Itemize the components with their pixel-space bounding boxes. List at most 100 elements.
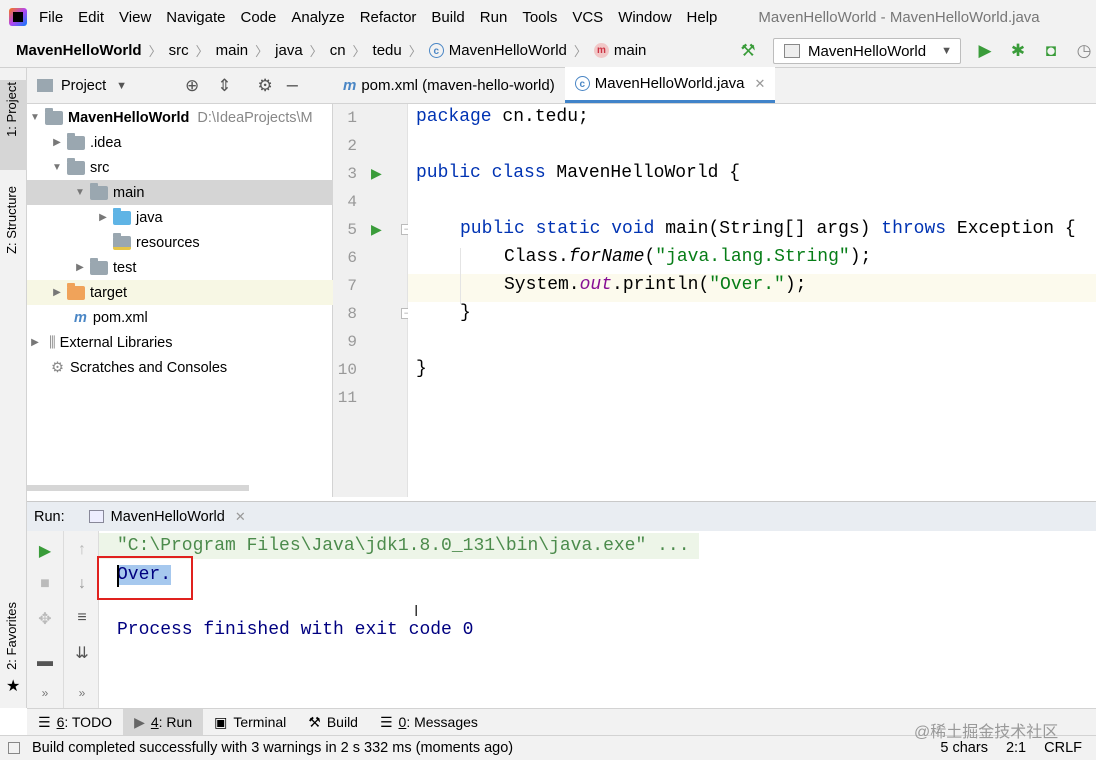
breadcrumb-item[interactable]: src 〉 [169,41,216,60]
run-tab-label[interactable]: MavenHelloWorld [111,509,225,525]
minimize-icon[interactable]: – [287,74,298,97]
tool-tab-terminal[interactable]: ▣ Terminal [203,709,297,736]
code-text: Exception { [946,219,1076,239]
tool-tab-build[interactable]: ⚒ Build [297,709,369,736]
line-number: 10 [337,361,357,379]
chevron-down-icon[interactable]: ▼ [116,80,127,92]
breadcrumb-item[interactable]: MavenHelloWorld 〉 [16,41,169,60]
tree-row-external-libraries[interactable]: ▶ ⫼ External Libraries [27,330,333,355]
breadcrumb-item[interactable]: cn 〉 [330,41,373,60]
menu-code[interactable]: Code [240,9,276,26]
scroll-to-end-icon[interactable]: ⇊ [70,643,94,663]
soft-wrap-icon[interactable]: ≡ [70,609,94,627]
coverage-icon[interactable]: ◘ [1041,40,1061,62]
tab-mavenhelloworld-java[interactable]: c MavenHelloWorld.java ✕ [564,67,776,103]
chevron-down-icon: ▼ [941,45,952,57]
menu-refactor[interactable]: Refactor [360,9,417,26]
tool-tab-favorites[interactable]: 2: Favorites [4,602,19,670]
stop-icon[interactable]: ■ [33,575,57,593]
code-editor[interactable]: package cn.tedu; public class MavenHello… [408,104,1096,497]
breadcrumb-item[interactable]: main 〉 [216,41,276,60]
breadcrumb-item[interactable]: m main [593,42,647,59]
tab-label: : Run [158,714,193,730]
tree-row-idea[interactable]: ▶ .idea [27,130,333,155]
layout-icon[interactable]: ▬ [33,653,57,671]
tree-row-target[interactable]: ▶ target [27,280,333,305]
folder-icon [67,132,85,150]
menu-window[interactable]: Window [618,9,671,26]
run-gutter-icon[interactable]: ▶ [371,165,382,182]
menu-help[interactable]: Help [687,9,718,26]
tree-row-resources[interactable]: resources [27,230,333,255]
breadcrumb-item[interactable]: tedu 〉 [373,41,429,60]
locate-icon[interactable]: ⊕ [185,76,199,96]
line-number: 1 [347,109,357,127]
up-arrow-icon[interactable]: ↑ [70,541,94,559]
indent-guide [460,248,461,304]
folder-icon [67,157,85,175]
status-toggle-icon[interactable] [8,742,20,754]
rerun-icon[interactable]: ▶ [33,541,57,561]
menu-run[interactable]: Run [480,9,508,26]
build-hammer-icon[interactable]: ⚒ [738,40,758,62]
profile-icon[interactable]: ◷ [1074,40,1094,62]
tree-row-pom[interactable]: m pom.xml [27,305,333,330]
tool-tab-messages[interactable]: ☰ 0: Messages [369,709,489,736]
run-toolbar-secondary: ↑ ↓ ≡ ⇊ » [64,531,99,708]
menu-view[interactable]: View [119,9,151,26]
tree-label: pom.xml [92,309,148,326]
menu-vcs[interactable]: VCS [572,9,603,26]
down-arrow-icon[interactable]: ↓ [70,575,94,593]
tab-pom[interactable]: m pom.xml (maven-hello-world) [333,67,565,103]
menu-file[interactable]: File [39,9,63,26]
debug-icon[interactable]: ✱ [1008,40,1028,62]
more-icon[interactable]: » [33,686,57,700]
menu-navigate[interactable]: Navigate [166,9,225,26]
breadcrumb-item[interactable]: java 〉 [275,41,330,60]
menu-edit[interactable]: Edit [78,9,104,26]
gear-icon[interactable]: ⚙ [258,76,273,96]
tool-tab-run[interactable]: ▶ 4: Run [123,708,204,736]
tree-row-java[interactable]: ▶ java [27,205,333,230]
status-line-ending[interactable]: CRLF [1044,740,1082,756]
source-folder-icon [113,207,131,225]
tree-row-src[interactable]: ▼ src [27,155,333,180]
menu-tools[interactable]: Tools [522,9,557,26]
collapse-icon[interactable]: ⇕ [217,76,231,96]
collapsed-arrow-icon: ▶ [31,337,39,348]
pin-icon[interactable]: ✥ [33,609,57,629]
tool-tab-project[interactable]: 1: Project [4,82,19,137]
breadcrumb-item[interactable]: c MavenHelloWorld 〉 [428,41,594,60]
line-number: 2 [347,137,357,155]
breadcrumb-method: main [613,42,647,59]
more-icon[interactable]: » [70,686,94,700]
breadcrumb-class: MavenHelloWorld [448,42,567,59]
menu-build[interactable]: Build [431,9,464,26]
excluded-folder-icon [67,282,85,300]
close-icon[interactable]: ✕ [755,76,766,92]
console-output[interactable]: "C:\Program Files\Java\jdk1.8.0_131\bin\… [97,531,1096,708]
collapsed-arrow-icon: ▶ [99,212,107,223]
run-config-select[interactable]: MavenHelloWorld ▼ [773,38,961,64]
tool-tab-structure[interactable]: Z: Structure [4,186,19,254]
code-line-6: Class.forName("java.lang.String"); [504,247,871,267]
window-title: MavenHelloWorld - MavenHelloWorld.java [758,8,1040,26]
tree-row-test[interactable]: ▶ test [27,255,333,280]
tool-tab-todo[interactable]: ☰ 6: TODO [27,709,123,736]
tree-row-root[interactable]: ▼ MavenHelloWorld D:\IdeaProjects\M [27,105,333,130]
run-gutter-icon[interactable]: ▶ [371,221,382,238]
horizontal-scrollbar[interactable] [27,485,249,491]
hammer-icon: ⚒ [308,713,321,730]
status-caret-position[interactable]: 2:1 [1006,740,1026,756]
tree-row-main[interactable]: ▼ main [27,180,333,205]
project-panel-title[interactable]: Project [61,78,106,94]
close-icon[interactable]: ✕ [235,509,246,525]
run-icon[interactable]: ▶ [975,40,995,62]
menu-analyze[interactable]: Analyze [291,9,344,26]
editor-tabs: m pom.xml (maven-hello-world) c MavenHel… [333,67,1096,104]
star-icon: ★ [6,678,21,695]
console-exit-line: Process finished with exit code 0 [117,620,474,640]
tree-row-scratches[interactable]: ⚙ Scratches and Consoles [27,355,333,380]
run-toolbar: ▶ ■ ✥ ▬ » [27,531,64,708]
status-message[interactable]: Build completed successfully with 3 warn… [32,740,513,756]
